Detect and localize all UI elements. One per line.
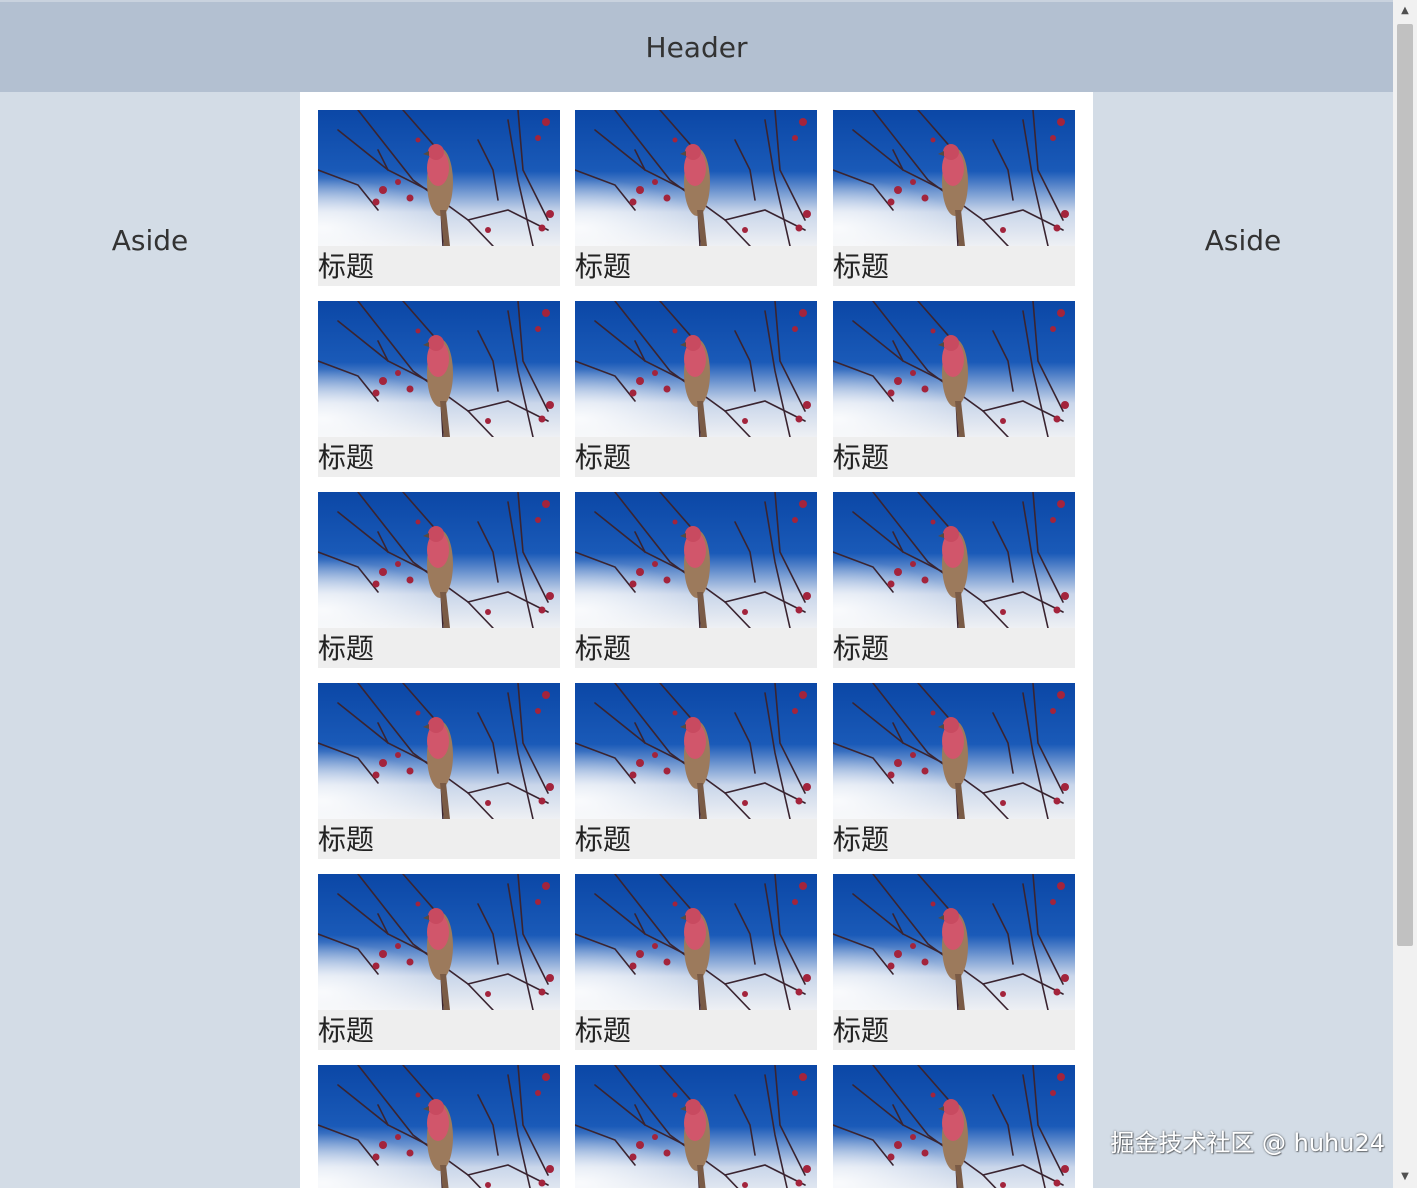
card-title: 标题 [575, 250, 632, 283]
card-image [575, 1065, 817, 1188]
card-title: 标题 [575, 1014, 632, 1047]
image-card[interactable]: 标题 [833, 683, 1075, 859]
image-card[interactable]: 标题 [318, 492, 560, 668]
header-title: Header [645, 30, 748, 64]
card-title: 标题 [833, 823, 890, 856]
card-image [833, 874, 1075, 1010]
image-card[interactable]: 标题 [833, 874, 1075, 1050]
aside-right-label: Aside [1204, 224, 1282, 257]
page-header: Header [0, 0, 1393, 92]
card-title: 标题 [575, 441, 632, 474]
image-card[interactable]: 标题 [575, 1065, 817, 1188]
image-card[interactable]: 标题 [575, 110, 817, 286]
watermark: 掘金技术社区 @ huhu24 [1110, 1129, 1385, 1157]
vertical-scrollbar[interactable]: ▲ ▼ [1393, 0, 1417, 1188]
image-card[interactable]: 标题 [318, 110, 560, 286]
card-title: 标题 [833, 250, 890, 283]
card-image [833, 1065, 1075, 1188]
image-card[interactable]: 标题 [318, 301, 560, 477]
aside-left-label: Aside [111, 224, 189, 257]
card-image [833, 492, 1075, 628]
image-card[interactable]: 标题 [833, 1065, 1075, 1188]
image-card[interactable]: 标题 [318, 874, 560, 1050]
card-image [318, 301, 560, 437]
card-title: 标题 [318, 632, 375, 665]
main-content: 标题标题标题标题标题标题标题标题标题标题标题标题标题标题标题标题标题标题 [300, 92, 1093, 1188]
image-card[interactable]: 标题 [575, 874, 817, 1050]
card-title: 标题 [833, 441, 890, 474]
triangle-down-icon[interactable]: ▼ [1393, 1166, 1417, 1188]
card-title: 标题 [833, 632, 890, 665]
aside-left: Aside [0, 92, 300, 1188]
card-image [318, 1065, 560, 1188]
image-card[interactable]: 标题 [318, 683, 560, 859]
card-title: 标题 [833, 1014, 890, 1047]
card-image [318, 110, 560, 246]
image-card[interactable]: 标题 [575, 301, 817, 477]
image-card[interactable]: 标题 [833, 492, 1075, 668]
card-title: 标题 [575, 823, 632, 856]
card-title: 标题 [318, 250, 375, 283]
card-image [575, 874, 817, 1010]
triangle-up-icon[interactable]: ▲ [1393, 0, 1417, 22]
image-card[interactable]: 标题 [575, 492, 817, 668]
card-title: 标题 [318, 441, 375, 474]
card-image [575, 110, 817, 246]
card-image [575, 683, 817, 819]
card-image [318, 683, 560, 819]
card-image [318, 874, 560, 1010]
card-image [575, 492, 817, 628]
card-title: 标题 [575, 632, 632, 665]
scrollbar-thumb[interactable] [1397, 24, 1413, 946]
image-card[interactable]: 标题 [318, 1065, 560, 1188]
image-card[interactable]: 标题 [575, 683, 817, 859]
image-card[interactable]: 标题 [833, 301, 1075, 477]
aside-right: Aside [1093, 92, 1393, 1188]
image-card[interactable]: 标题 [833, 110, 1075, 286]
card-image [833, 110, 1075, 246]
card-image [833, 301, 1075, 437]
card-image [318, 492, 560, 628]
card-image [575, 301, 817, 437]
card-title: 标题 [318, 823, 375, 856]
card-title: 标题 [318, 1014, 375, 1047]
card-image [833, 683, 1075, 819]
